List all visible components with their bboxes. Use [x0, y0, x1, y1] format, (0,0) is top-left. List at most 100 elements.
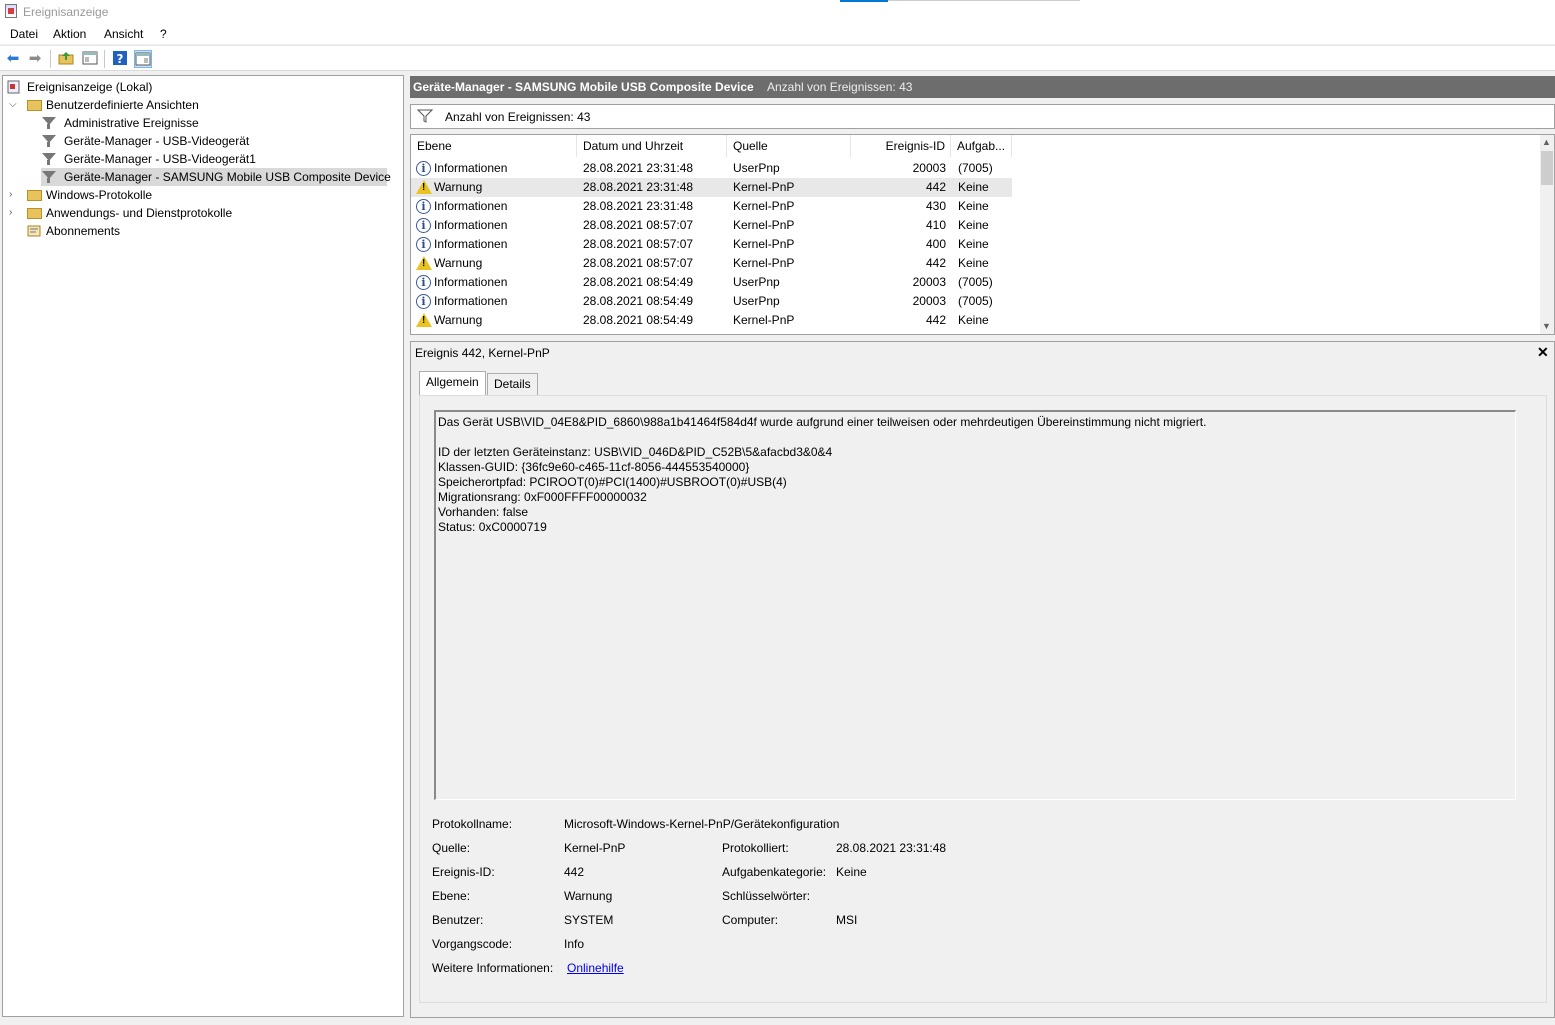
task-cell: Keine	[958, 199, 989, 213]
message-line	[438, 430, 1513, 445]
user-label: Benutzer:	[432, 913, 484, 927]
scroll-down-icon[interactable]: ▼	[1542, 321, 1551, 331]
event-id-cell: 400	[925, 237, 946, 251]
tree-item-usb-video[interactable]: Geräte-Manager - USB-Videogerät	[41, 132, 401, 150]
info-icon: i	[416, 218, 431, 233]
tab-allgemein[interactable]: Allgemein	[419, 371, 486, 396]
task-cell: Keine	[958, 180, 989, 194]
message-line: Das Gerät USB\VID_04E8&PID_6860\988a1b41…	[438, 415, 1207, 429]
tree-label: Geräte-Manager - USB-Videogerät	[64, 134, 250, 148]
show-hide-action-pane-icon[interactable]	[134, 50, 152, 68]
task-cell: Keine	[958, 237, 989, 251]
level-cell: Informationen	[434, 237, 508, 251]
tree-item-subscriptions[interactable]: Abonnements	[7, 222, 397, 240]
logged-value: 28.08.2021 23:31:48	[836, 841, 947, 855]
date-cell: 28.08.2021 08:57:07	[583, 237, 694, 251]
event-viewer-app-icon	[5, 4, 17, 18]
table-row[interactable]: ! Warnung 28.08.2021 08:54:49 Kernel-PnP 442…	[411, 311, 1012, 330]
opcode-value: Info	[564, 937, 585, 951]
info-icon: i	[416, 237, 431, 252]
scroll-up-icon[interactable]: ▲	[1542, 137, 1551, 147]
level-cell: Warnung	[434, 313, 483, 327]
chevron-right-icon[interactable]: ›	[9, 204, 19, 222]
console-tree: Ereignisanzeige (Lokal) ⌵ Benutzerdefini…	[2, 75, 404, 1017]
source-label: Quelle:	[432, 841, 471, 855]
forward-arrow-icon[interactable]: ➡	[26, 50, 44, 68]
task-category-value: Keine	[836, 865, 867, 879]
tree-label: Geräte-Manager - USB-Videogerät1	[64, 152, 256, 166]
show-hide-console-tree-icon[interactable]	[81, 50, 99, 68]
tree-item-root[interactable]: Ereignisanzeige (Lokal)	[7, 78, 397, 96]
level-cell: Informationen	[434, 161, 508, 175]
column-header-task[interactable]: Aufgab...	[951, 135, 1012, 157]
table-row[interactable]: ! Warnung 28.08.2021 08:57:07 Kernel-PnP 442…	[411, 254, 1012, 273]
folder-up-icon[interactable]	[57, 50, 75, 68]
chevron-down-icon[interactable]: ⌵	[9, 96, 19, 114]
level-cell: Informationen	[434, 199, 508, 213]
filter-icon	[41, 152, 56, 166]
status-bar	[0, 1018, 1555, 1025]
tree-label: Benutzerdefinierte Ansichten	[46, 98, 199, 112]
back-arrow-icon[interactable]: ⬅	[4, 50, 22, 68]
column-header-level[interactable]: Ebene	[411, 135, 577, 157]
log-name-value: Microsoft-Windows-Kernel-PnP/Gerätekonfi…	[564, 817, 840, 831]
table-row[interactable]: i Informationen 28.08.2021 08:57:07 Kernel-…	[411, 216, 1012, 235]
source-cell: UserPnp	[733, 275, 780, 289]
tree-item-custom-views[interactable]: ⌵ Benutzerdefinierte Ansichten	[7, 96, 397, 114]
tree-label: Administrative Ereignisse	[64, 116, 199, 130]
column-header-date[interactable]: Datum und Uhrzeit	[577, 135, 727, 157]
info-icon: i	[416, 275, 431, 290]
table-row[interactable]: i Informationen 28.08.2021 23:31:48 UserPnp…	[411, 159, 1012, 178]
tree-item-admin-events[interactable]: Administrative Ereignisse	[41, 114, 401, 132]
menu-datei[interactable]: Datei	[10, 27, 38, 41]
warning-icon: !	[416, 256, 432, 270]
event-id-cell: 442	[925, 313, 946, 327]
event-id-cell: 20003	[912, 294, 946, 308]
menu-aktion[interactable]: Aktion	[53, 27, 86, 41]
table-row[interactable]: i Informationen 28.08.2021 08:57:07 Kernel-…	[411, 235, 1012, 254]
menu-ansicht[interactable]: Ansicht	[104, 27, 143, 41]
scrollbar-thumb[interactable]	[1541, 151, 1553, 185]
opcode-label: Vorgangscode:	[432, 937, 513, 951]
source-cell: Kernel-PnP	[733, 218, 795, 232]
info-icon: i	[416, 161, 431, 176]
table-row[interactable]: i Informationen 28.08.2021 23:31:48 Kernel-…	[411, 197, 1012, 216]
date-cell: 28.08.2021 08:54:49	[583, 294, 694, 308]
column-header-source[interactable]: Quelle	[727, 135, 851, 157]
tree-label: Windows-Protokolle	[46, 188, 153, 202]
tree-item-usb-video-1[interactable]: Geräte-Manager - USB-Videogerät1	[41, 150, 401, 168]
tab-details[interactable]: Details	[487, 373, 538, 395]
event-viewer-icon	[7, 80, 22, 94]
tree-label: Anwendungs- und Dienstprotokolle	[46, 206, 233, 220]
table-row[interactable]: i Informationen 28.08.2021 08:54:49 UserPnp…	[411, 292, 1012, 311]
table-row[interactable]: ! Warnung 28.08.2021 23:31:48 Kernel-PnP 442…	[411, 178, 1012, 197]
tree-label: Abonnements	[46, 224, 121, 238]
level-value: Warnung	[564, 889, 613, 903]
level-label: Ebene:	[432, 889, 471, 903]
event-message-box[interactable]: Das Gerät USB\VID_04E8&PID_6860\988a1b41…	[434, 410, 1516, 800]
column-header-event-id[interactable]: Ereignis-ID	[851, 135, 951, 157]
event-id-cell: 20003	[912, 161, 946, 175]
message-line: Speicherortpfad: PCIROOT(0)#PCI(1400)#US…	[438, 475, 787, 489]
tab-body: Das Gerät USB\VID_04E8&PID_6860\988a1b41…	[419, 395, 1547, 1003]
tree-item-samsung-device[interactable]: Geräte-Manager - SAMSUNG Mobile USB Comp…	[41, 168, 391, 186]
help-icon[interactable]: ?	[111, 50, 129, 68]
detail-title: Ereignis 442, Kernel-PnP	[415, 346, 550, 360]
filter-icon	[41, 116, 56, 130]
tree-item-app-logs[interactable]: › Anwendungs- und Dienstprotokolle	[7, 204, 397, 222]
menu-help[interactable]: ?	[160, 27, 167, 41]
table-row[interactable]: i Informationen 28.08.2021 08:54:49 UserPnp…	[411, 273, 1012, 292]
tree-label: Geräte-Manager - SAMSUNG Mobile USB Comp…	[64, 170, 391, 184]
source-cell: UserPnp	[733, 161, 780, 175]
date-cell: 28.08.2021 23:31:48	[583, 161, 694, 175]
close-icon[interactable]: ✕	[1537, 344, 1549, 361]
tree-item-windows-logs[interactable]: › Windows-Protokolle	[7, 186, 397, 204]
source-cell: Kernel-PnP	[733, 237, 795, 251]
event-list-scrollbar[interactable]: ▲ ▼	[1540, 135, 1554, 334]
online-help-link[interactable]: Onlinehilfe	[567, 961, 624, 975]
source-value: Kernel-PnP	[564, 841, 626, 855]
more-info-label: Weitere Informationen:	[432, 961, 554, 975]
title-accent	[840, 0, 888, 2]
chevron-right-icon[interactable]: ›	[9, 186, 19, 204]
level-cell: Informationen	[434, 275, 508, 289]
